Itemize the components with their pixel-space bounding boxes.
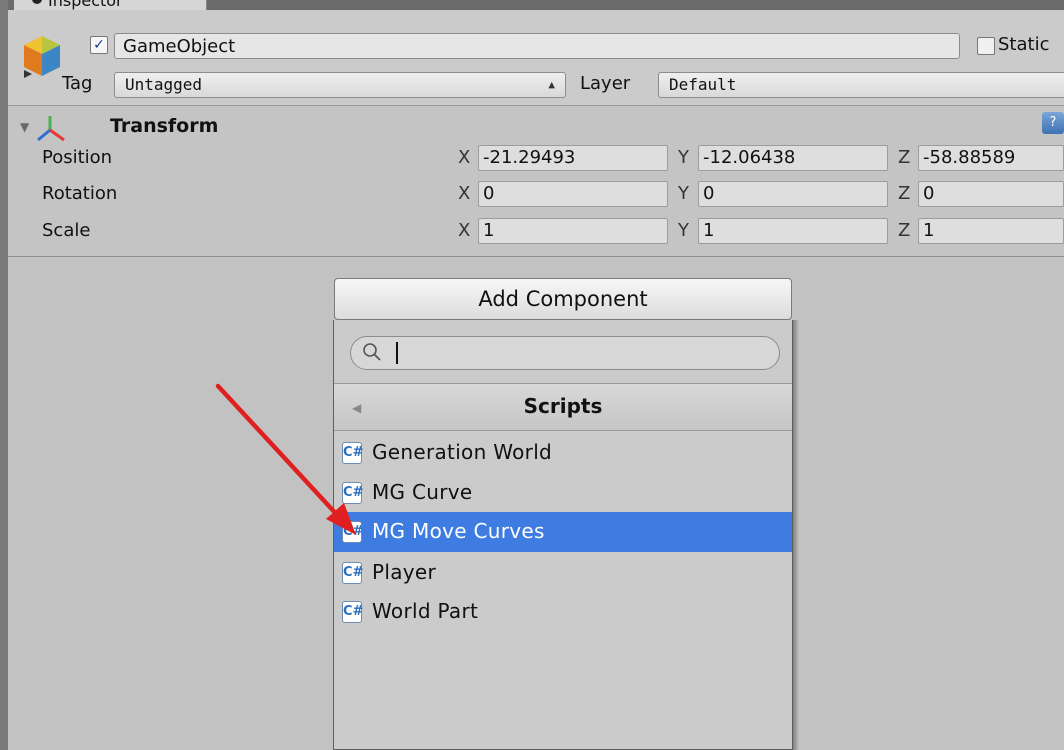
- csharp-script-icon: C#: [342, 562, 363, 584]
- search-icon: [363, 343, 381, 361]
- position-z-field[interactable]: -58.88589: [918, 145, 1064, 171]
- script-item-mg-curve[interactable]: C# MG Curve: [334, 473, 792, 513]
- list-item-label: Player: [372, 560, 437, 584]
- layer-value: Default: [669, 75, 737, 94]
- script-item-player[interactable]: C# Player: [334, 553, 792, 593]
- help-icon[interactable]: ?: [1042, 112, 1064, 134]
- inspector-tab-icon: [32, 0, 42, 4]
- cube-icon: [24, 36, 60, 78]
- list-item-label: Generation World: [372, 440, 553, 464]
- rotation-z-axis-label: Z: [898, 183, 911, 204]
- popup-shadow: [793, 320, 799, 750]
- scale-z-field[interactable]: 1: [918, 218, 1064, 244]
- category-title: Scripts: [523, 394, 603, 418]
- script-item-mg-move-curves[interactable]: C# MG Move Curves: [334, 512, 792, 552]
- csharp-script-icon: C#: [342, 482, 363, 504]
- static-label: Static: [998, 34, 1050, 55]
- position-z-axis-label: Z: [898, 147, 911, 168]
- csharp-script-icon: C#: [342, 601, 363, 623]
- script-item-world-part[interactable]: C# World Part: [334, 592, 792, 632]
- static-checkbox[interactable]: [977, 37, 995, 55]
- tag-value: Untagged: [125, 75, 203, 94]
- inspector-tab-title: Inspector: [48, 0, 123, 10]
- script-item-generation-world[interactable]: C# Generation World: [334, 433, 792, 473]
- scale-x-field[interactable]: 1: [478, 218, 668, 244]
- position-y-axis-label: Y: [678, 147, 689, 168]
- scale-x-axis-label: X: [458, 220, 471, 241]
- position-x-field[interactable]: -21.29493: [478, 145, 668, 171]
- scale-y-axis-label: Y: [678, 220, 689, 241]
- list-item-label: World Part: [372, 599, 479, 623]
- list-item-label: MG Move Curves: [372, 519, 545, 543]
- list-item-label: MG Curve: [372, 480, 473, 504]
- rotation-y-axis-label: Y: [678, 183, 689, 204]
- dropdown-arrows-icon: ▲: [548, 78, 555, 91]
- tag-label: Tag: [62, 73, 93, 94]
- position-y-field[interactable]: -12.06438: [698, 145, 888, 171]
- layer-label: Layer: [580, 73, 631, 94]
- tag-dropdown[interactable]: Untagged ▲: [114, 72, 566, 98]
- rotation-y-field[interactable]: 0: [698, 181, 888, 207]
- rotation-z-field[interactable]: 0: [918, 181, 1064, 207]
- transform-axes-icon: [37, 116, 65, 142]
- scale-y-field[interactable]: 1: [698, 218, 888, 244]
- inspector-tab[interactable]: Inspector: [14, 0, 207, 10]
- foldout-arrow-icon[interactable]: ▼: [20, 120, 29, 134]
- csharp-script-icon: C#: [342, 442, 363, 464]
- scale-z-axis-label: Z: [898, 220, 911, 241]
- window-left-edge: [0, 0, 8, 750]
- rotation-x-axis-label: X: [458, 183, 471, 204]
- layer-dropdown[interactable]: Default: [658, 72, 1064, 98]
- component-search-input[interactable]: [350, 336, 780, 370]
- rotation-label: Rotation: [42, 183, 118, 204]
- scale-label: Scale: [42, 220, 91, 241]
- text-caret: [396, 342, 398, 364]
- add-component-button[interactable]: Add Component: [334, 278, 792, 320]
- rotation-x-field[interactable]: 0: [478, 181, 668, 207]
- position-label: Position: [42, 147, 113, 168]
- csharp-script-icon: C#: [342, 521, 363, 543]
- transform-title: Transform: [110, 115, 219, 137]
- gameobject-name-field[interactable]: GameObject: [114, 33, 960, 59]
- position-x-axis-label: X: [458, 147, 471, 168]
- active-checkbox[interactable]: ✓: [90, 36, 108, 54]
